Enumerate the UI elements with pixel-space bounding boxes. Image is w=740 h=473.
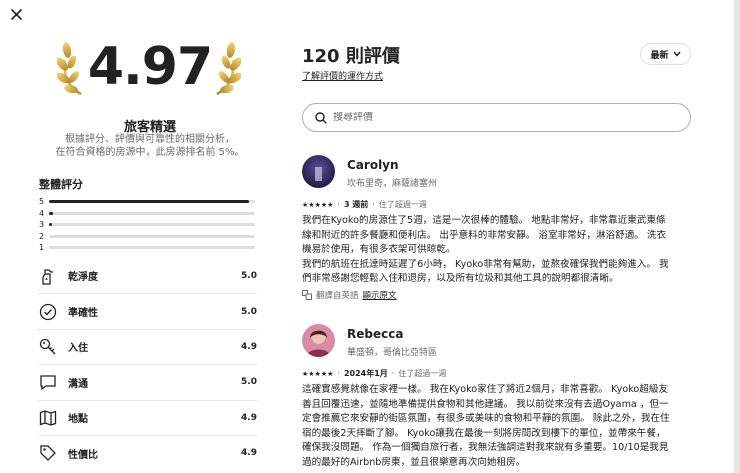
category-score: 4.9 (241, 341, 257, 352)
chat-bubble-icon (38, 372, 58, 392)
review-date: 2024年1月 (343, 369, 388, 378)
category-row: 地點 4.9 (37, 399, 257, 435)
reviewer-avatar[interactable] (302, 324, 335, 357)
category-ratings: 乾淨度 5.0 準確性 5.0 入住 4.9 溝通 5.0 地點 4.9 性價比 4.9 (37, 258, 257, 470)
review-text-line: 這確實感覺就像在家裡一樣。 我在Kyoko家住了將近2個月，非常喜歡。 Kyok… (302, 384, 669, 395)
scrollbar-gutter (734, 0, 740, 473)
distribution-row: 5 (39, 196, 255, 208)
search-reviews-field[interactable] (302, 103, 691, 132)
distribution-bar-track (49, 223, 255, 227)
distribution-star-label: 1 (39, 243, 45, 253)
distribution-star-label: 5 (39, 197, 45, 207)
check-circle-icon (38, 302, 58, 322)
separator-dot: · (337, 369, 340, 378)
category-row: 入住 4.9 (37, 328, 257, 364)
rating-hero: 4.97 (39, 34, 261, 104)
reviewer-location: 華盛頓，哥倫比亞特區 (347, 348, 438, 358)
category-label: 溝通 (68, 378, 88, 390)
category-label: 入住 (68, 343, 88, 355)
category-score: 4.9 (241, 412, 257, 423)
review-meta: ★★★★★ · 2024年1月 · 住了超過一週 (302, 368, 446, 379)
review-stars: ★★★★★ (302, 369, 334, 378)
overall-rating-title: 整體評分 (39, 178, 83, 191)
review-item: Rebecca 華盛頓，哥倫比亞特區 ★★★★★ · 2024年1月 · 住了超… (302, 324, 692, 473)
review-text-line: 定會推薦它來安靜的街區氛圍，有很多或美味的食物和平靜的氛圍。 除此之外，我在住 (302, 413, 670, 424)
how-reviews-work-link[interactable]: 了解評價的運作方式 (302, 69, 383, 82)
sort-dropdown[interactable]: 最新 (640, 43, 691, 65)
review-text-line: 我們的航班在抵達時延遲了6小時， Kyoko非常有幫助，並熬夜確保我們能夠進入。… (302, 258, 669, 270)
review-text-line: 線和附近的許多餐廳和便利店。 出乎意料的非常安靜。 浴室非常好，淋浴舒適。 洗衣 (302, 229, 667, 241)
translated-label: 翻譯自英語 (316, 291, 359, 301)
review-text-line: 確保我沒問題。 作為一個獨自旅行者，我無法強調這對我來說有多重要。10/10是我… (302, 442, 669, 453)
close-button[interactable] (8, 6, 24, 22)
guest-favorite-description: 根據評分、評價與可靠性的相關分析， 在符合資格的房源中，此房源排名前 5%。 (39, 133, 261, 159)
distribution-row: 2 (39, 231, 255, 243)
category-label: 性價比 (68, 449, 98, 461)
review-text: 我們在Kyoko的房源住了5週，這是一次很棒的體驗。 地點非常好，非常靠近東武東… (302, 214, 687, 287)
distribution-bar-track (49, 246, 255, 250)
stay-length: 住了超過一週 (378, 200, 427, 209)
distribution-bar-track (49, 234, 255, 238)
distribution-row: 1 (39, 242, 255, 254)
reviews-count-title: 120 則評價 (302, 46, 400, 67)
review-meta: ★★★★★ · 3 週前 · 住了超過一週 (302, 199, 427, 210)
category-row: 準確性 5.0 (37, 293, 257, 328)
stay-length: 住了超過一週 (398, 369, 447, 378)
reviewer-location: 坎布里奇，麻薩諸塞州 (347, 179, 438, 189)
translate-icon (302, 290, 312, 300)
distribution-star-label: 4 (39, 208, 45, 218)
distribution-bar-fill (49, 223, 53, 227)
price-tag-icon (38, 443, 58, 463)
review-text-line: 們非常感謝您輕鬆入住和退房，以及所有垃圾和其他工具的說明都很清晰。 (302, 273, 619, 284)
search-input[interactable] (333, 112, 663, 123)
distribution-row: 4 (39, 208, 255, 220)
rating-distribution: 54 32 1 (39, 196, 255, 254)
search-icon (315, 111, 327, 124)
distribution-bar-track (49, 200, 255, 204)
category-score: 4.9 (241, 448, 257, 459)
category-score: 5.0 (241, 377, 257, 388)
distribution-bar-track (49, 211, 255, 215)
category-row: 溝通 5.0 (37, 364, 257, 399)
review-item: Carolyn 坎布里奇，麻薩諸塞州 ★★★★★ · 3 週前 · 住了超過一週… (302, 155, 692, 305)
key-icon (38, 337, 58, 357)
review-text-line: 宿的最後2天摔斷了腳。 Kyoko讓我在最後一刻將房間改到樓下的單位，並帶來午餐… (302, 427, 666, 439)
separator-dot: · (391, 369, 395, 378)
map-icon (38, 408, 58, 428)
distribution-star-label: 2 (39, 231, 45, 241)
distribution-row: 3 (39, 219, 255, 231)
review-stars: ★★★★★ (302, 200, 334, 209)
review-text-line: 善且回覆迅速，並隨地準備提供食物和其他建議。 我以前從來沒有去過Oyama ，但… (302, 398, 669, 410)
category-row: 乾淨度 5.0 (37, 258, 257, 293)
reviewer-avatar[interactable] (302, 155, 335, 188)
distribution-star-label: 3 (39, 220, 45, 230)
close-icon (10, 8, 22, 20)
category-score: 5.0 (241, 270, 257, 281)
review-text-line: 機易於使用，有很多衣架可供晾乾。 (302, 244, 456, 255)
review-text: 這確實感覺就像在家裡一樣。 我在Kyoko家住了將近2個月，非常喜歡。 Kyok… (302, 383, 687, 470)
chevron-down-icon (672, 51, 681, 57)
category-score: 5.0 (241, 306, 257, 317)
category-label: 乾淨度 (68, 272, 98, 284)
reviewer-name: Rebecca (347, 327, 404, 341)
translation-notice: 翻譯自英語 顯示原文 (302, 289, 397, 301)
category-label: 地點 (68, 414, 88, 426)
show-original-link[interactable]: 顯示原文 (363, 289, 397, 301)
separator-dot: · (337, 200, 340, 209)
laurel-right-icon (216, 42, 241, 96)
separator-dot: · (372, 200, 375, 209)
distribution-bar-fill (49, 200, 249, 204)
distribution-bar-fill (49, 211, 54, 215)
category-label: 準確性 (68, 308, 98, 320)
category-row: 性價比 4.9 (37, 434, 257, 470)
review-date: 3 週前 (343, 200, 369, 209)
reviewer-name: Carolyn (347, 158, 399, 172)
badge-desc-line: 在符合資格的房源中，此房源排名前 5%。 (55, 147, 245, 158)
badge-desc-line: 根據評分、評價與可靠性的相關分析， (65, 134, 235, 145)
review-text-line: 我們在Kyoko的房源住了5週，這是一次很棒的體驗。 地點非常好，非常靠近東武東… (302, 215, 666, 226)
spray-bottle-icon (38, 266, 58, 286)
review-text-line: 過的最好的Airbnb房東，並且很樂意再次向她租房。 (302, 456, 526, 468)
sort-label: 最新 (650, 50, 669, 61)
